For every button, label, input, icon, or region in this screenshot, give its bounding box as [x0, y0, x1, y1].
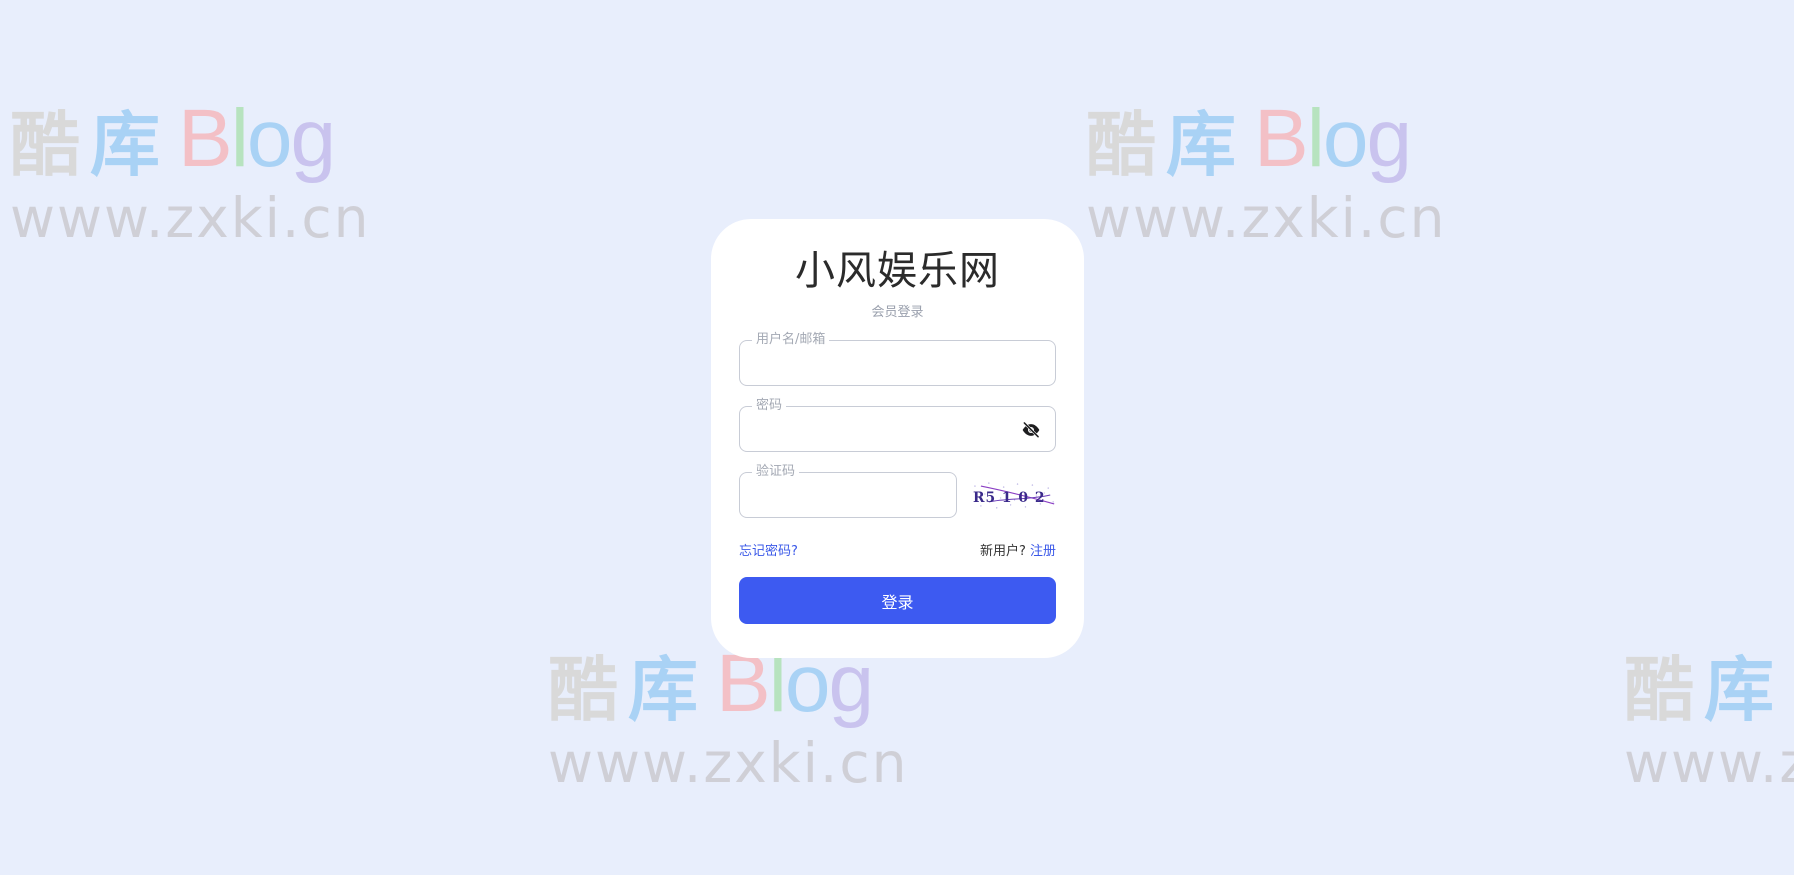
watermark-char: 库 — [1166, 104, 1236, 186]
watermark-char: 库 — [1704, 649, 1774, 731]
watermark-char: 酷 — [10, 104, 80, 186]
watermark-char: 库 — [628, 649, 698, 731]
watermark-url: www.zxki.cn — [10, 186, 371, 250]
captcha-label: 验证码 — [752, 464, 800, 480]
register-prompt: 新用户? 注册 — [980, 540, 1056, 559]
password-field: 密码 — [739, 398, 1056, 452]
watermark-char: 酷 — [1624, 649, 1694, 731]
site-title: 小风娱乐网 — [795, 248, 1000, 294]
login-button[interactable]: 登录 — [739, 577, 1056, 624]
captcha-image[interactable]: R5 1 0 2 — [971, 478, 1056, 512]
username-label: 用户名/邮箱 — [752, 332, 830, 348]
eye-off-icon[interactable] — [1021, 420, 1041, 440]
username-field: 用户名/邮箱 — [739, 332, 1056, 386]
watermark-char: 酷 — [1086, 104, 1156, 186]
watermark-blog: Blog — [178, 93, 336, 184]
captcha-text: R5 1 0 2 — [973, 490, 1045, 506]
watermark-url: www.zxki.cn — [548, 731, 909, 795]
watermark-char: 酷 — [548, 649, 618, 731]
watermark-blog: Blog — [1254, 93, 1412, 184]
login-card: 小风娱乐网 会员登录 用户名/邮箱 密码 验证码 R5 1 0 2 忘记密码? … — [711, 219, 1084, 658]
watermark-url: www.zxki.cn — [1624, 731, 1794, 795]
password-label: 密码 — [752, 398, 787, 414]
password-input[interactable] — [740, 407, 1055, 451]
watermark-url: www.zxki.cn — [1086, 186, 1447, 250]
login-subtitle: 会员登录 — [871, 305, 924, 320]
forgot-password-link[interactable]: 忘记密码? — [739, 540, 798, 559]
register-link[interactable]: 注册 — [1030, 544, 1056, 559]
captcha-field: 验证码 — [739, 464, 957, 518]
watermark: 酷 库 www.zxki.cn — [1624, 635, 1794, 795]
watermark: 酷 库 Blog www.zxki.cn — [548, 635, 909, 796]
new-user-text: 新用户? — [979, 544, 1026, 559]
watermark-char: 库 — [90, 104, 160, 186]
watermark: 酷 库 Blog www.zxki.cn — [1086, 90, 1447, 251]
watermark: 酷 库 Blog www.zxki.cn — [10, 90, 371, 251]
